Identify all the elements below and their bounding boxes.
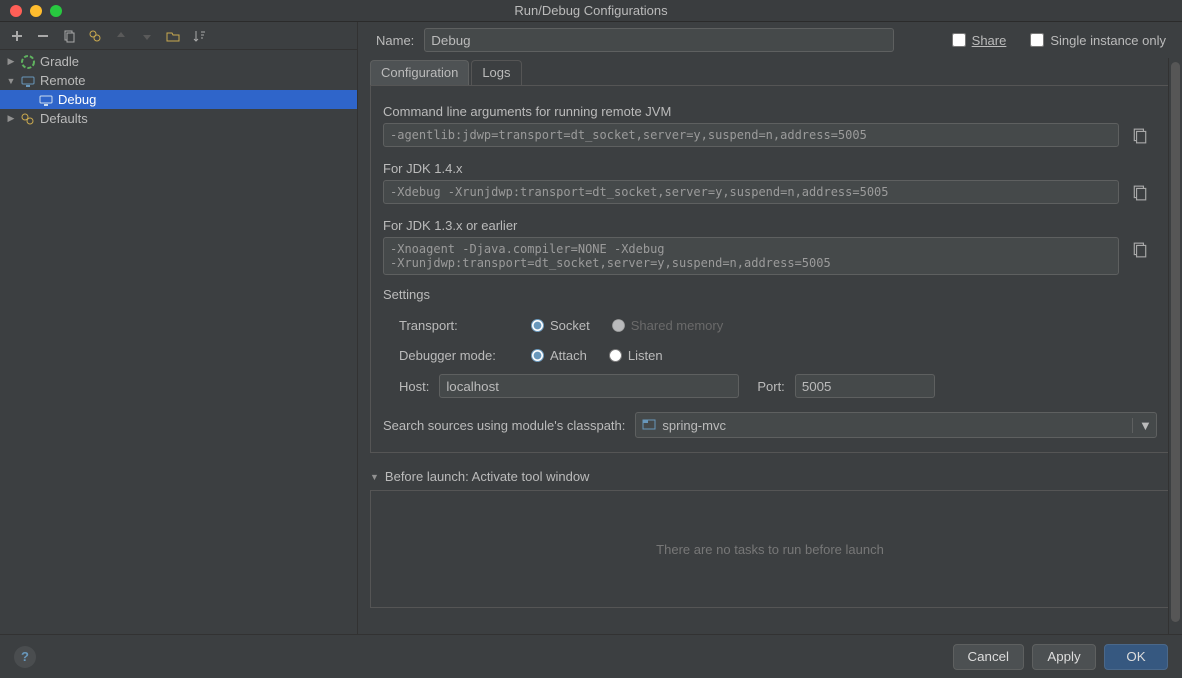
help-button[interactable]: ?	[14, 646, 36, 668]
single-instance-checkbox[interactable]: Single instance only	[1030, 33, 1166, 48]
copy-icon[interactable]	[1129, 182, 1151, 204]
tree-item-remote[interactable]: ▼ Remote	[0, 71, 357, 90]
remote-icon	[38, 92, 54, 108]
tree-label: Remote	[40, 73, 86, 88]
module-classpath-combo[interactable]: spring-mvc ▼	[635, 412, 1157, 438]
before-launch-list[interactable]: There are no tasks to run before launch	[370, 490, 1170, 608]
share-checkbox[interactable]: Share	[952, 33, 1007, 48]
move-down-button	[136, 25, 158, 47]
sort-button[interactable]	[188, 25, 210, 47]
remote-icon	[20, 73, 36, 89]
jdk14-field[interactable]: -Xdebug -Xrunjdwp:transport=dt_socket,se…	[383, 180, 1119, 204]
apply-button[interactable]: Apply	[1032, 644, 1096, 670]
chevron-right-icon: ▶	[6, 56, 16, 67]
transport-label: Transport:	[399, 318, 519, 333]
folder-button[interactable]	[162, 25, 184, 47]
maximize-window-button[interactable]	[50, 5, 62, 17]
cmd-args-field[interactable]: -agentlib:jdwp=transport=dt_socket,serve…	[383, 123, 1119, 147]
tree-item-debug[interactable]: Debug	[0, 90, 357, 109]
copy-icon[interactable]	[1129, 125, 1151, 147]
tree-item-gradle[interactable]: ▶ Gradle	[0, 52, 357, 71]
close-window-button[interactable]	[10, 5, 22, 17]
cmd-args-label: Command line arguments for running remot…	[383, 104, 1157, 119]
minimize-window-button[interactable]	[30, 5, 42, 17]
tree-label: Debug	[58, 92, 96, 107]
copy-config-button[interactable]	[58, 25, 80, 47]
jdk13-label: For JDK 1.3.x or earlier	[383, 218, 1157, 233]
scrollbar[interactable]	[1168, 58, 1182, 634]
chevron-down-icon: ▼	[6, 76, 16, 86]
tree-label: Gradle	[40, 54, 79, 69]
module-icon	[642, 417, 656, 434]
remove-config-button[interactable]	[32, 25, 54, 47]
scrollbar-thumb[interactable]	[1171, 62, 1180, 622]
tree-item-defaults[interactable]: ▶ Defaults	[0, 109, 357, 128]
move-up-button	[110, 25, 132, 47]
port-input[interactable]	[795, 374, 935, 398]
chevron-down-icon: ▼	[1132, 418, 1150, 433]
mode-listen-radio[interactable]: Listen	[609, 348, 663, 363]
chevron-down-icon: ▼	[370, 472, 379, 482]
mode-attach-radio[interactable]: Attach	[531, 348, 587, 363]
cancel-button[interactable]: Cancel	[953, 644, 1025, 670]
before-launch-header[interactable]: ▼ Before launch: Activate tool window	[370, 469, 1170, 484]
port-label: Port:	[757, 379, 784, 394]
transport-socket-radio[interactable]: Socket	[531, 318, 590, 333]
details-panel: Name: Share Single instance only Configu…	[358, 22, 1182, 634]
empty-state-text: There are no tasks to run before launch	[656, 542, 884, 557]
debugger-mode-label: Debugger mode:	[399, 348, 519, 363]
window-title: Run/Debug Configurations	[0, 3, 1182, 18]
host-input[interactable]	[439, 374, 739, 398]
tab-configuration[interactable]: Configuration	[370, 60, 469, 85]
settings-label: Settings	[383, 287, 1157, 302]
before-launch-section: ▼ Before launch: Activate tool window Th…	[370, 469, 1170, 608]
titlebar: Run/Debug Configurations	[0, 0, 1182, 22]
add-config-button[interactable]	[6, 25, 28, 47]
configuration-panel: Command line arguments for running remot…	[370, 85, 1170, 453]
module-value: spring-mvc	[662, 418, 726, 433]
name-label: Name:	[376, 33, 414, 48]
sidebar: ▶ Gradle ▼ Remote Debug	[0, 22, 358, 634]
jdk14-label: For JDK 1.4.x	[383, 161, 1157, 176]
name-input[interactable]	[424, 28, 894, 52]
copy-icon[interactable]	[1129, 239, 1151, 261]
gradle-icon	[20, 54, 36, 70]
edit-defaults-button[interactable]	[84, 25, 106, 47]
module-classpath-label: Search sources using module's classpath:	[383, 418, 625, 433]
ok-button[interactable]: OK	[1104, 644, 1168, 670]
tab-bar: Configuration Logs	[358, 60, 1182, 85]
tree-label: Defaults	[40, 111, 88, 126]
dialog-footer: ? Cancel Apply OK	[0, 634, 1182, 678]
sidebar-toolbar	[0, 22, 357, 50]
jdk13-field[interactable]: -Xnoagent -Djava.compiler=NONE -Xdebug -…	[383, 237, 1119, 275]
config-tree[interactable]: ▶ Gradle ▼ Remote Debug	[0, 50, 357, 634]
window-controls	[0, 5, 62, 17]
defaults-icon	[20, 111, 36, 127]
chevron-right-icon: ▶	[6, 113, 16, 124]
tab-logs[interactable]: Logs	[471, 60, 521, 85]
transport-shared-radio: Shared memory	[612, 318, 723, 333]
host-label: Host:	[399, 379, 429, 394]
